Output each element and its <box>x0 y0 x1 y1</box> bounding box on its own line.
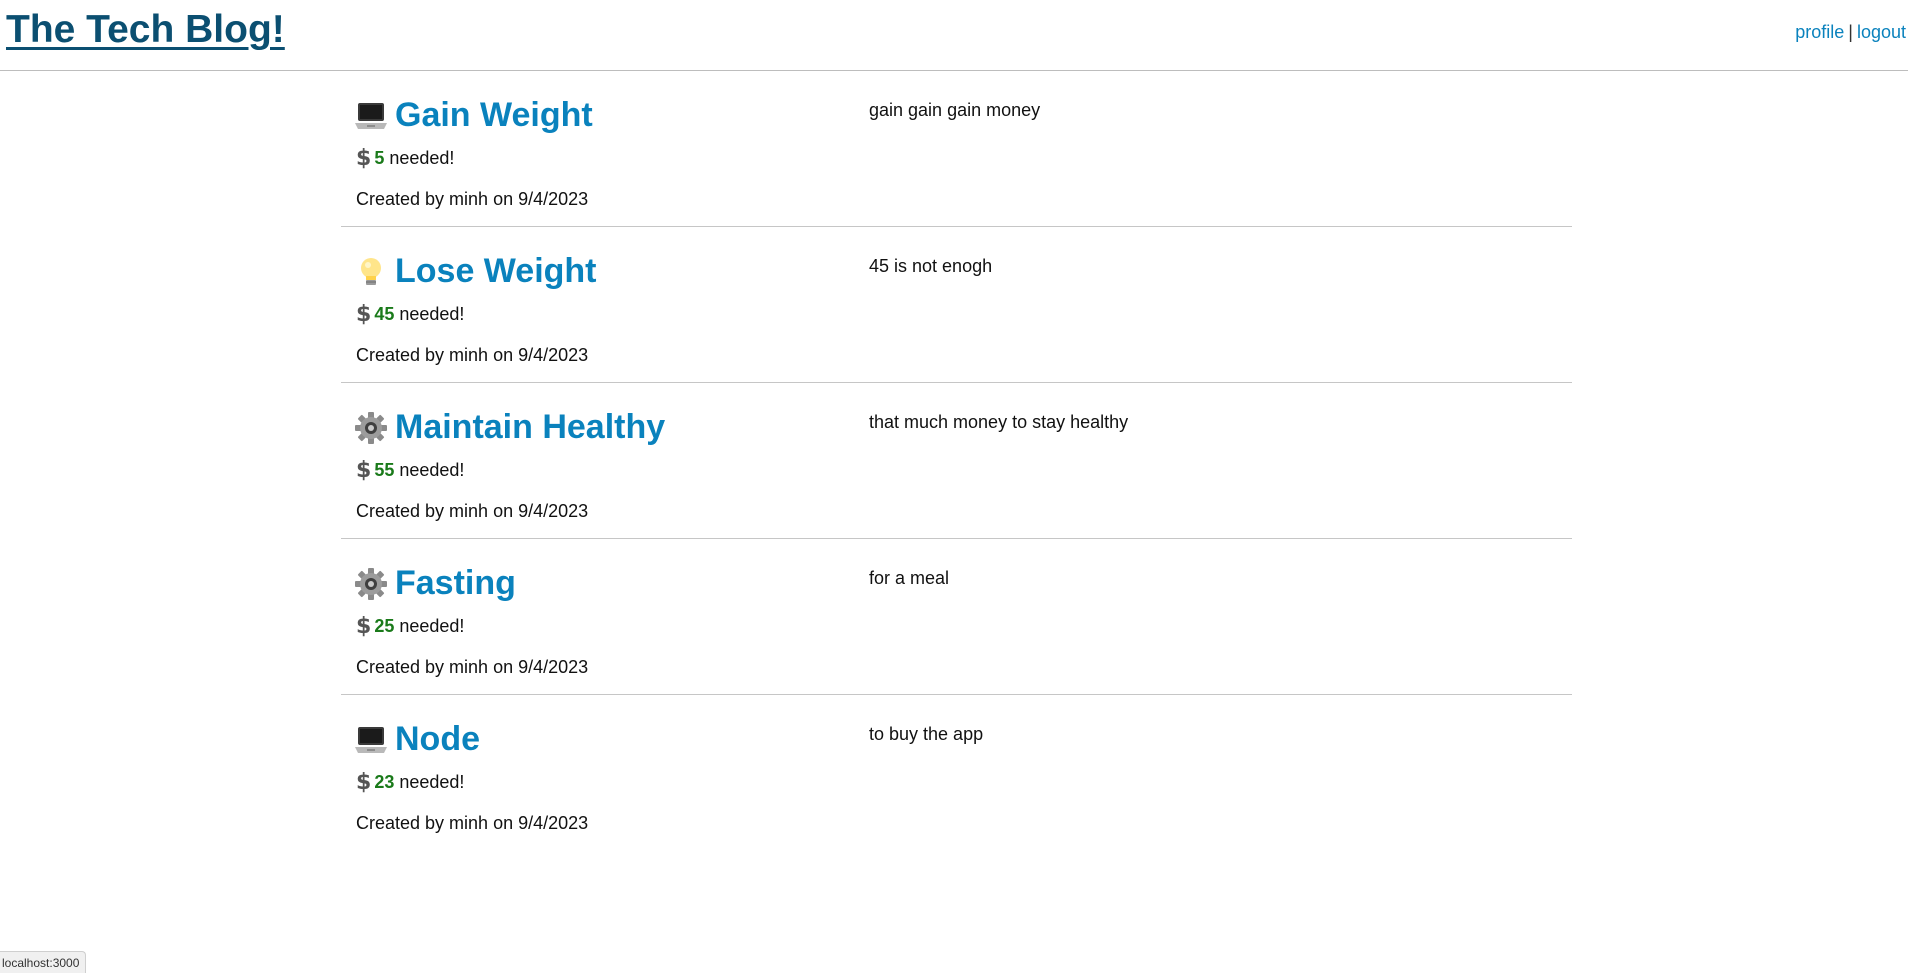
status-bar-url: localhost:3000 <box>0 951 86 973</box>
gear-icon <box>354 411 388 445</box>
post-description: to buy the app <box>869 724 983 745</box>
site-title-link[interactable]: The Tech Blog! <box>6 8 285 52</box>
lightbulb-icon <box>354 255 388 289</box>
post-card: Fasting $ 25 needed! Created by minh on … <box>341 539 1572 695</box>
post-title-row: Gain Weight <box>354 96 593 135</box>
post-card: Node $ 23 needed! Created by minh on 9/4… <box>341 695 1572 851</box>
amount-value: 55 <box>374 460 394 481</box>
post-card: Lose Weight $ 45 needed! Created by minh… <box>341 227 1572 383</box>
post-title-row: Lose Weight <box>354 252 597 291</box>
profile-link[interactable]: profile <box>1795 22 1844 42</box>
amount-value: 25 <box>374 616 394 637</box>
post-meta: Created by minh on 9/4/2023 <box>356 189 588 210</box>
needed-label: needed! <box>399 304 464 325</box>
post-title-row: Fasting <box>354 564 516 603</box>
post-title-link[interactable]: Maintain Healthy <box>395 408 665 447</box>
amount-value: 5 <box>374 148 384 169</box>
dollar-icon: $ <box>356 146 371 171</box>
dollar-icon: $ <box>356 302 371 327</box>
gear-icon <box>354 567 388 601</box>
post-amount: $ 5 needed! <box>356 146 454 171</box>
dollar-icon: $ <box>356 458 371 483</box>
post-description: for a meal <box>869 568 949 589</box>
post-amount: $ 25 needed! <box>356 614 464 639</box>
needed-label: needed! <box>399 460 464 481</box>
post-title-link[interactable]: Node <box>395 720 480 759</box>
needed-label: needed! <box>399 616 464 637</box>
post-list: Gain Weight $ 5 needed! Created by minh … <box>341 71 1572 851</box>
post-amount: $ 23 needed! <box>356 770 464 795</box>
post-title-link[interactable]: Gain Weight <box>395 96 593 135</box>
post-card: Gain Weight $ 5 needed! Created by minh … <box>341 71 1572 227</box>
dollar-icon: $ <box>356 614 371 639</box>
post-card: Maintain Healthy $ 55 needed! Created by… <box>341 383 1572 539</box>
post-amount: $ 55 needed! <box>356 458 464 483</box>
laptop-icon <box>354 723 388 757</box>
post-description: that much money to stay healthy <box>869 412 1128 433</box>
logout-link[interactable]: logout <box>1857 22 1906 42</box>
laptop-icon <box>354 99 388 133</box>
needed-label: needed! <box>399 772 464 793</box>
post-title-link[interactable]: Fasting <box>395 564 516 603</box>
post-meta: Created by minh on 9/4/2023 <box>356 657 588 678</box>
post-amount: $ 45 needed! <box>356 302 464 327</box>
post-description: 45 is not enogh <box>869 256 992 277</box>
post-title-row: Node <box>354 720 480 759</box>
dollar-icon: $ <box>356 770 371 795</box>
amount-value: 45 <box>374 304 394 325</box>
nav-separator: | <box>1848 22 1853 42</box>
header-nav: profile|logout <box>1795 22 1906 43</box>
site-header: The Tech Blog! profile|logout <box>0 0 1908 71</box>
post-title-link[interactable]: Lose Weight <box>395 252 597 291</box>
post-meta: Created by minh on 9/4/2023 <box>356 501 588 522</box>
post-meta: Created by minh on 9/4/2023 <box>356 813 588 834</box>
needed-label: needed! <box>389 148 454 169</box>
post-title-row: Maintain Healthy <box>354 408 665 447</box>
amount-value: 23 <box>374 772 394 793</box>
post-description: gain gain gain money <box>869 100 1040 121</box>
post-meta: Created by minh on 9/4/2023 <box>356 345 588 366</box>
